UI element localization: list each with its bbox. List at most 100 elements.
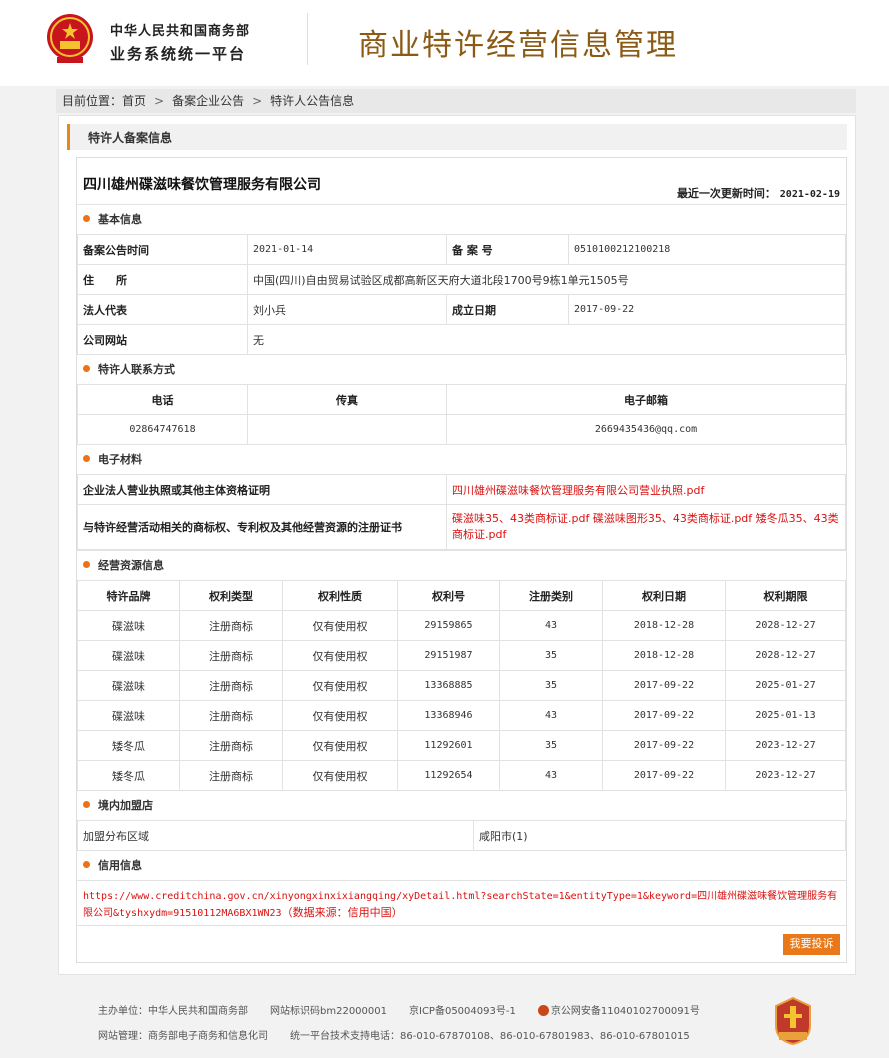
updated-label: 最近一次更新时间： — [676, 187, 776, 200]
section-materials: 电子材料 — [77, 444, 846, 474]
table-cell: 29159865 — [397, 610, 500, 641]
phone-header: 电话 — [77, 384, 248, 415]
legal-rep-label: 法人代表 — [77, 294, 248, 325]
table-cell: 仅有使用权 — [282, 730, 398, 761]
ip-certificate-files-link[interactable]: 碟滋味35、43类商标证.pdf 碟滋味图形35、43类商标证.pdf 矮冬瓜3… — [452, 512, 839, 541]
column-header: 权利期限 — [725, 580, 846, 611]
section-contact: 特许人联系方式 — [77, 354, 846, 384]
bullet-icon — [83, 801, 90, 808]
complain-button[interactable]: 我要投诉 — [783, 934, 840, 955]
table-cell: 矮冬瓜 — [77, 760, 180, 791]
ip-certificates-label: 与特许经营活动相关的商标权、专利权及其他经营资源的注册证书 — [77, 504, 447, 550]
phone-value: 02864747618 — [77, 414, 248, 445]
breadcrumb: 目前位置：首页 > 备案企业公告 > 特许人公告信息 — [56, 89, 856, 113]
table-cell: 2028-12-27 — [725, 610, 846, 641]
table-cell: 13368885 — [397, 670, 500, 701]
panel-header: 特许人备案信息 — [67, 124, 847, 150]
table-cell: 2018-12-28 — [602, 610, 726, 641]
breadcrumb-filing-link[interactable]: 备案企业公告 — [172, 94, 244, 108]
table-cell: 2017-09-22 — [602, 730, 726, 761]
table-row: 碟滋味 注册商标 仅有使用权 13368885 35 2017-09-22 20… — [77, 670, 846, 701]
table-header-row: 电话 传真 电子邮箱 — [77, 384, 846, 415]
bullet-icon — [83, 455, 90, 462]
materials-table: 企业法人营业执照或其他主体资格证明 四川雄州碟滋味餐饮管理服务有限公司营业执照.… — [77, 474, 846, 550]
section-credit: 信用信息 — [77, 850, 846, 880]
table-cell: 2017-09-22 — [602, 670, 726, 701]
bullet-icon — [83, 365, 90, 372]
announce-time-value: 2021-01-14 — [247, 234, 447, 265]
fax-value — [247, 414, 447, 445]
table-cell: 矮冬瓜 — [77, 730, 180, 761]
footer-manage: 网站管理：商务部电子商务和信息化司 — [98, 1031, 268, 1042]
panel-title: 特许人备案信息 — [88, 131, 173, 145]
table-cell: 2023-12-27 — [725, 760, 846, 791]
column-header: 注册类别 — [499, 580, 603, 611]
table-row: 碟滋味 注册商标 仅有使用权 13368946 43 2017-09-22 20… — [77, 700, 846, 731]
table-cell: 2017-09-22 — [602, 760, 726, 791]
column-header: 权利日期 — [602, 580, 726, 611]
breadcrumb-separator: > — [154, 94, 165, 108]
record-box: 四川雄州碟滋味餐饮管理服务有限公司 最近一次更新时间： 2021-02-19 基… — [76, 157, 847, 963]
table-row: 企业法人营业执照或其他主体资格证明 四川雄州碟滋味餐饮管理服务有限公司营业执照.… — [77, 474, 846, 505]
table-cell: 43 — [499, 610, 603, 641]
system-title: 商业特许经营信息管理 — [358, 28, 678, 63]
footer-site-code: 网站标识码bm22000001 — [270, 1006, 387, 1017]
footer-icp-link[interactable]: 京ICP备05004093号-1 — [409, 1006, 516, 1017]
table-cell: 注册商标 — [179, 760, 283, 791]
section-title: 经营资源信息 — [98, 559, 164, 572]
section-title: 境内加盟店 — [98, 799, 153, 812]
table-cell: 11292654 — [397, 760, 500, 791]
breadcrumb-home-link[interactable]: 首页 — [122, 94, 146, 108]
section-title: 基本信息 — [98, 213, 142, 226]
column-header: 特许品牌 — [77, 580, 180, 611]
bullet-icon — [83, 215, 90, 222]
footer-host: 主办单位：中华人民共和国商务部 — [98, 1006, 248, 1017]
section-title: 特许人联系方式 — [98, 363, 175, 376]
website-value: 无 — [247, 324, 846, 355]
footer-support: 统一平台技术支持电话：86-010-67870108、86-010-678019… — [290, 1031, 690, 1042]
table-row: 矮冬瓜 注册商标 仅有使用权 11292601 35 2017-09-22 20… — [77, 730, 846, 761]
basic-info-table: 备案公告时间 2021-01-14 备 案 号 0510100212100218… — [77, 234, 846, 355]
franchise-table: 加盟分布区域 咸阳市(1) — [77, 820, 846, 851]
email-header: 电子邮箱 — [446, 384, 846, 415]
table-cell: 碟滋味 — [77, 700, 180, 731]
address-value: 中国(四川)自由贸易试验区成都高新区天府大道北段1700号9栋1单元1505号 — [247, 264, 846, 295]
table-cell: 注册商标 — [179, 700, 283, 731]
address-label: 住 所 — [77, 264, 248, 295]
table-cell: 2025-01-27 — [725, 670, 846, 701]
license-label: 企业法人营业执照或其他主体资格证明 — [77, 474, 447, 505]
section-resources: 经营资源信息 — [77, 550, 846, 580]
table-cell: 2017-09-22 — [602, 700, 726, 731]
table-row: 住 所 中国(四川)自由贸易试验区成都高新区天府大道北段1700号9栋1单元15… — [77, 264, 846, 295]
license-file-link[interactable]: 四川雄州碟滋味餐饮管理服务有限公司营业执照.pdf — [452, 484, 704, 497]
last-updated: 最近一次更新时间： 2021-02-19 — [677, 185, 840, 201]
government-agency-badge-icon[interactable] — [773, 996, 813, 1046]
table-cell: 仅有使用权 — [282, 760, 398, 791]
credit-source-note: （数据来源：信用中国） — [281, 906, 403, 919]
footer-row-2: 网站管理：商务部电子商务和信息化司 统一平台技术支持电话：86-010-67870… — [98, 1027, 690, 1042]
credit-china-link[interactable]: https://www.creditchina.gov.cn/xinyongxi… — [83, 891, 837, 919]
founded-date-value: 2017-09-22 — [568, 294, 846, 325]
founded-date-label: 成立日期 — [446, 294, 569, 325]
table-cell: 注册商标 — [179, 610, 283, 641]
table-cell: 2028-12-27 — [725, 640, 846, 671]
column-header: 权利类型 — [179, 580, 283, 611]
table-cell: 2025-01-13 — [725, 700, 846, 731]
table-cell: 43 — [499, 700, 603, 731]
site-header: 中华人民共和国商务部 业务系统统一平台 商业特许经营信息管理 — [0, 0, 889, 86]
table-cell: 仅有使用权 — [282, 700, 398, 731]
updated-date: 2021-02-19 — [779, 189, 840, 200]
table-cell: 仅有使用权 — [282, 610, 398, 641]
platform-name: 业务系统统一平台 — [110, 45, 247, 63]
website-label: 公司网站 — [77, 324, 248, 355]
column-header: 权利号 — [397, 580, 500, 611]
footer-police-link[interactable]: 京公网安备11040102700091号 — [551, 1006, 700, 1017]
table-row: 与特许经营活动相关的商标权、专利权及其他经营资源的注册证书 碟滋味35、43类商… — [77, 504, 846, 550]
legal-rep-value: 刘小兵 — [247, 294, 447, 325]
region-value: 咸阳市(1) — [473, 820, 846, 851]
company-name: 四川雄州碟滋味餐饮管理服务有限公司 — [83, 177, 321, 193]
record-no-label: 备 案 号 — [446, 234, 569, 265]
table-cell: 注册商标 — [179, 640, 283, 671]
fax-header: 传真 — [247, 384, 447, 415]
table-row: 法人代表 刘小兵 成立日期 2017-09-22 — [77, 294, 846, 325]
